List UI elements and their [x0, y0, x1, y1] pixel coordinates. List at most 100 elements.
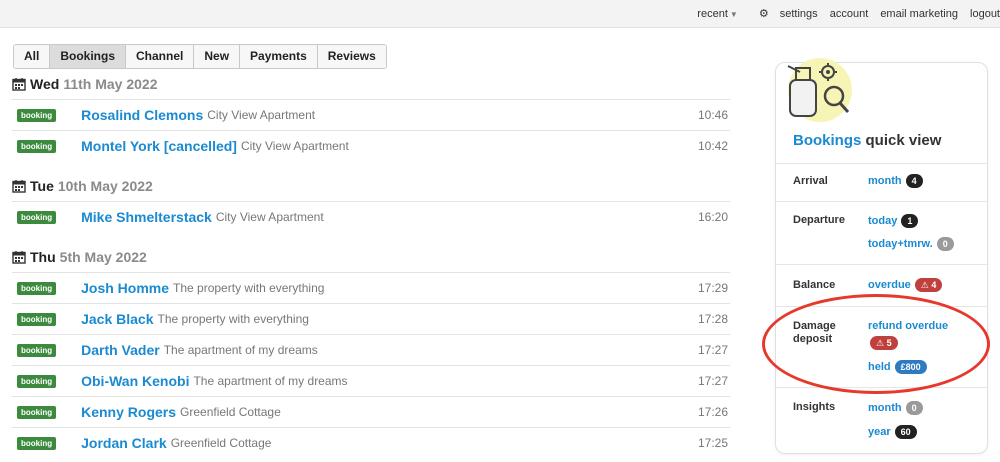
table-row[interactable]: booking Kenny Rogers Greenfield Cottage …: [12, 396, 730, 427]
property-name: Greenfield Cottage: [170, 436, 272, 450]
arrival-month-count: 4: [905, 174, 923, 188]
property-name: City View Apartment: [215, 210, 324, 224]
guest-name-link[interactable]: Rosalind Clemons: [81, 107, 203, 123]
warning-icon: ⚠: [920, 280, 929, 290]
arrival-month-label: month: [868, 175, 902, 187]
guest-name-link[interactable]: Montel York [cancelled]: [81, 138, 237, 154]
insights-year-label: year: [868, 426, 891, 438]
insights-month-label: month: [868, 402, 902, 414]
departure-today-count: 1: [901, 214, 919, 228]
insights-label: Insights: [793, 401, 836, 413]
day-date: 5th May 2022: [59, 249, 147, 265]
table-row[interactable]: booking Josh Homme The property with eve…: [12, 272, 730, 303]
quick-view-title-highlight[interactable]: Bookings: [793, 132, 861, 149]
insights-year-link[interactable]: year 60: [868, 425, 917, 439]
day-header: Tue 10th May 2022: [12, 178, 153, 194]
tab-channel[interactable]: Channel: [126, 45, 195, 68]
table-row[interactable]: booking Jack Black The property with eve…: [12, 303, 730, 334]
departure-today-label: today: [868, 215, 898, 227]
table-row[interactable]: booking Obi-Wan Kenobi The apartment of …: [12, 365, 730, 396]
tab-all[interactable]: All: [14, 45, 51, 68]
table-row[interactable]: booking Rosalind Clemons City View Apart…: [12, 99, 730, 130]
property-name: The apartment of my dreams: [163, 343, 318, 357]
divider: [776, 201, 987, 202]
booking-badge: booking: [17, 108, 57, 122]
insights-month-link[interactable]: month 0: [868, 401, 923, 415]
booking-time: 17:26: [697, 405, 728, 419]
calendar-icon: [12, 251, 26, 264]
tab-payments[interactable]: Payments: [240, 45, 318, 68]
booking-badge: booking: [17, 139, 57, 153]
calendar-icon: [12, 180, 26, 193]
booking-badge: booking: [17, 405, 57, 419]
recent-menu[interactable]: recent ▼: [688, 8, 738, 20]
property-name: The property with everything: [157, 312, 309, 326]
balance-overdue-link[interactable]: overdue ⚠ 4: [868, 278, 943, 292]
departure-tmrw-link[interactable]: today+tmrw. 0: [868, 237, 954, 251]
guest-name-link[interactable]: Mike Shmelterstack: [81, 209, 212, 225]
settings-link[interactable]: ⚙ settings: [750, 8, 818, 20]
property-name: The apartment of my dreams: [193, 374, 348, 388]
booking-time: 17:25: [697, 436, 728, 450]
top-nav: recent ▼ ⚙ settings account email marketin…: [679, 7, 1000, 20]
booking-time: 17:29: [697, 281, 728, 295]
insights-month-count: 0: [905, 401, 923, 415]
day-date: 11th May 2022: [63, 76, 158, 92]
insights-year-count: 60: [894, 425, 917, 439]
booking-time: 17:27: [697, 374, 728, 388]
email-marketing-link[interactable]: email marketing: [880, 8, 958, 20]
divider: [776, 264, 987, 265]
recent-label: recent: [697, 8, 728, 20]
quick-view-title-rest: quick view: [865, 132, 942, 149]
property-name: Greenfield Cottage: [180, 405, 281, 419]
table-row[interactable]: booking Darth Vader The apartment of my …: [12, 334, 730, 365]
divider: [776, 163, 987, 164]
table-row[interactable]: booking Mike Shmelterstack City View Apa…: [12, 201, 730, 232]
guest-name-link[interactable]: Jordan Clark: [81, 435, 167, 451]
table-row[interactable]: booking Montel York [cancelled] City Vie…: [12, 130, 730, 161]
booking-badge: booking: [17, 210, 57, 224]
table-row[interactable]: booking Jordan Clark Greenfield Cottage …: [12, 427, 730, 458]
booking-badge: booking: [17, 312, 57, 326]
property-name: City View Apartment: [207, 108, 316, 122]
booking-time: 17:27: [697, 343, 728, 357]
quick-view-title: Bookings quick view: [793, 132, 941, 149]
booking-badge: booking: [17, 436, 57, 450]
highlight-annotation: [762, 294, 990, 394]
booking-time: 16:20: [697, 210, 728, 224]
departure-tmrw-count: 0: [936, 237, 954, 251]
arrival-label: Arrival: [793, 175, 828, 187]
tab-bookings[interactable]: Bookings: [50, 45, 127, 68]
booking-badge: booking: [17, 281, 57, 295]
top-bar: recent ▼ ⚙ settings account email marketin…: [0, 0, 1000, 28]
guest-name-link[interactable]: Darth Vader: [81, 342, 160, 358]
logout-link[interactable]: logout: [970, 8, 1000, 20]
booking-badge: booking: [17, 374, 57, 388]
property-name: The property with everything: [173, 281, 325, 295]
guest-name-link[interactable]: Kenny Rogers: [81, 404, 176, 420]
tab-reviews[interactable]: Reviews: [317, 45, 386, 68]
balance-overdue-badge: ⚠ 4: [914, 278, 943, 292]
tab-new[interactable]: New: [194, 45, 241, 68]
guest-name-link[interactable]: Jack Black: [81, 311, 153, 327]
account-link[interactable]: account: [830, 8, 869, 20]
balance-overdue-label: overdue: [868, 279, 911, 291]
arrival-month-link[interactable]: month 4: [868, 174, 923, 188]
day-weekday: Thu: [30, 249, 56, 265]
chevron-down-icon: ▼: [729, 10, 738, 19]
day-header: Wed 11th May 2022: [12, 76, 157, 92]
day-weekday: Tue: [30, 178, 54, 194]
balance-overdue-count: 4: [931, 280, 937, 290]
guest-name-link[interactable]: Josh Homme: [81, 280, 169, 296]
guest-name-link[interactable]: Obi-Wan Kenobi: [81, 373, 189, 389]
balance-label: Balance: [793, 279, 836, 291]
filter-tabs: All Bookings Channel New Payments Review…: [13, 44, 387, 69]
departure-today-link[interactable]: today 1: [868, 214, 919, 228]
booking-time: 10:42: [697, 139, 728, 153]
quick-view-panel: [775, 62, 988, 454]
booking-time: 10:46: [697, 108, 728, 122]
day-weekday: Wed: [30, 76, 60, 92]
departure-tmrw-label: today+tmrw.: [868, 238, 933, 250]
booking-time: 17:28: [697, 312, 728, 326]
calendar-icon: [12, 78, 26, 91]
